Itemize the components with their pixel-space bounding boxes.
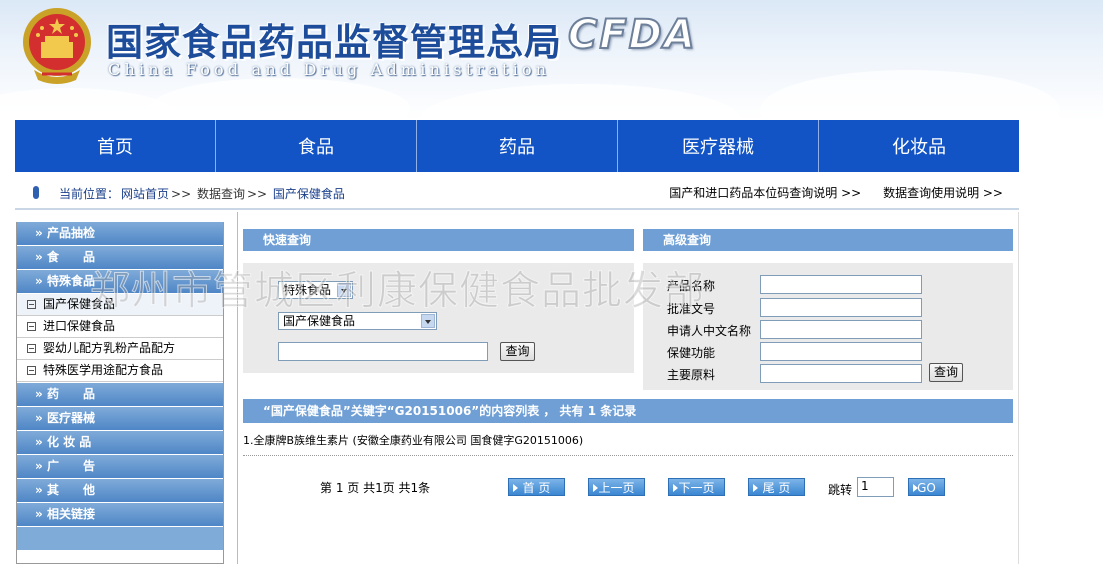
results-divider (243, 455, 1013, 456)
minus-box-icon (27, 344, 36, 353)
sidebar-cat-related-links[interactable]: » 相关链接 (17, 503, 223, 526)
cfda-logo: CFDA (567, 11, 697, 59)
health-function-label: 保健功能 (667, 346, 716, 360)
main-ingredients-input[interactable] (760, 364, 922, 383)
sidebar-item-infant-formula[interactable]: 婴幼儿配方乳粉产品配方 (17, 338, 223, 360)
nav-item-home[interactable]: 首页 (15, 120, 216, 172)
keyword-input[interactable] (278, 342, 488, 361)
health-function-input[interactable] (760, 342, 922, 361)
sidebar-cat-drug[interactable]: » 药 品 (17, 383, 223, 406)
advanced-search-title: 高级查询 (643, 229, 1013, 251)
pager-info: 第 1 页 共1页 共1条 (320, 481, 431, 495)
first-page-button[interactable]: 首 页 (508, 478, 565, 496)
sidebar-cat-advertising[interactable]: » 广 告 (17, 455, 223, 478)
location-pin-icon (33, 186, 39, 199)
sidebar-cat-other[interactable]: » 其 他 (17, 479, 223, 502)
sidebar-item-imported-health-food[interactable]: 进口保健食品 (17, 316, 223, 338)
minus-box-icon (27, 300, 36, 309)
approval-number-input[interactable] (760, 298, 922, 317)
minus-box-icon (27, 322, 36, 331)
applicant-name-input[interactable] (760, 320, 922, 339)
watermark-text: 郑州市管城区利康保健食品批发部 (90, 268, 705, 315)
nav-item-food[interactable]: 食品 (216, 120, 417, 172)
sidebar-cat-cosmetics[interactable]: » 化 妆 品 (17, 431, 223, 454)
applicant-name-label: 申请人中文名称 (667, 324, 752, 338)
sidebar-footer (17, 527, 223, 550)
sidebar-cat-product-inspection[interactable]: » 产品抽检 (17, 222, 223, 245)
go-button[interactable]: GO (908, 478, 945, 496)
prev-page-button[interactable]: 上一页 (588, 478, 645, 496)
sidebar-cat-medical-device[interactable]: » 医疗器械 (17, 407, 223, 430)
breadcrumb-separator: >> (171, 187, 192, 201)
breadcrumb-data-query[interactable]: 数据查询 (197, 187, 245, 201)
nav-item-cosmetics[interactable]: 化妆品 (819, 120, 1019, 172)
breadcrumb-bar: 当前位置： 网站首页 >> 数据查询 >> 国产保健食品 国产和进口药品本位码查询说明… (15, 172, 1019, 210)
breadcrumb-current[interactable]: 国产保健食品 (273, 187, 345, 201)
advanced-search-button[interactable]: 查询 (929, 363, 963, 382)
site-title-cn: 国家食品药品监督管理总局 (106, 20, 562, 64)
breadcrumb-prefix: 当前位置： (59, 187, 120, 201)
nav-item-drug[interactable]: 药品 (417, 120, 618, 172)
product-name-input[interactable] (760, 275, 922, 294)
jump-label: 跳转 (828, 483, 853, 497)
national-emblem-icon (23, 8, 91, 84)
jump-page-input[interactable]: 1 (857, 477, 894, 497)
sidebar-item-special-medical-food[interactable]: 特殊医学用途配方食品 (17, 360, 223, 382)
nav-item-medical-device[interactable]: 医疗器械 (618, 120, 819, 172)
main-ingredients-label: 主要原料 (667, 368, 716, 382)
breadcrumb: 当前位置： 网站首页 >> 数据查询 >> 国产保健食品 (59, 185, 347, 202)
minus-box-icon (27, 366, 36, 375)
data-query-help-link[interactable]: 数据查询使用说明 >> (883, 186, 1003, 200)
main-nav: 首页 食品 药品 医疗器械 化妆品 (15, 120, 1019, 172)
result-item[interactable]: 1.全康牌B族维生素片 (安徽全康药业有限公司 国食健字G20151006) (243, 432, 583, 448)
site-title-en: China Food and Drug Administration (108, 60, 551, 79)
quick-search-title: 快速查询 (243, 229, 634, 251)
quick-search-button[interactable]: 查询 (500, 342, 535, 361)
breadcrumb-separator: >> (246, 187, 268, 201)
chevron-down-icon (421, 314, 435, 328)
help-links: 国产和进口药品本位码查询说明 >> 数据查询使用说明 >> (651, 184, 1003, 201)
next-page-button[interactable]: 下一页 (668, 478, 725, 496)
breadcrumb-home[interactable]: 网站首页 (121, 187, 169, 201)
content-divider (1018, 212, 1019, 564)
site-header: 国家食品药品监督管理总局 China Food and Drug Adminis… (0, 0, 1103, 120)
results-header: “国产保健食品”关键字“G20151006”的内容列表 ， 共有 1 条记录 (243, 399, 1013, 423)
last-page-button[interactable]: 尾 页 (748, 478, 805, 496)
drug-code-help-link[interactable]: 国产和进口药品本位码查询说明 >> (669, 186, 861, 200)
